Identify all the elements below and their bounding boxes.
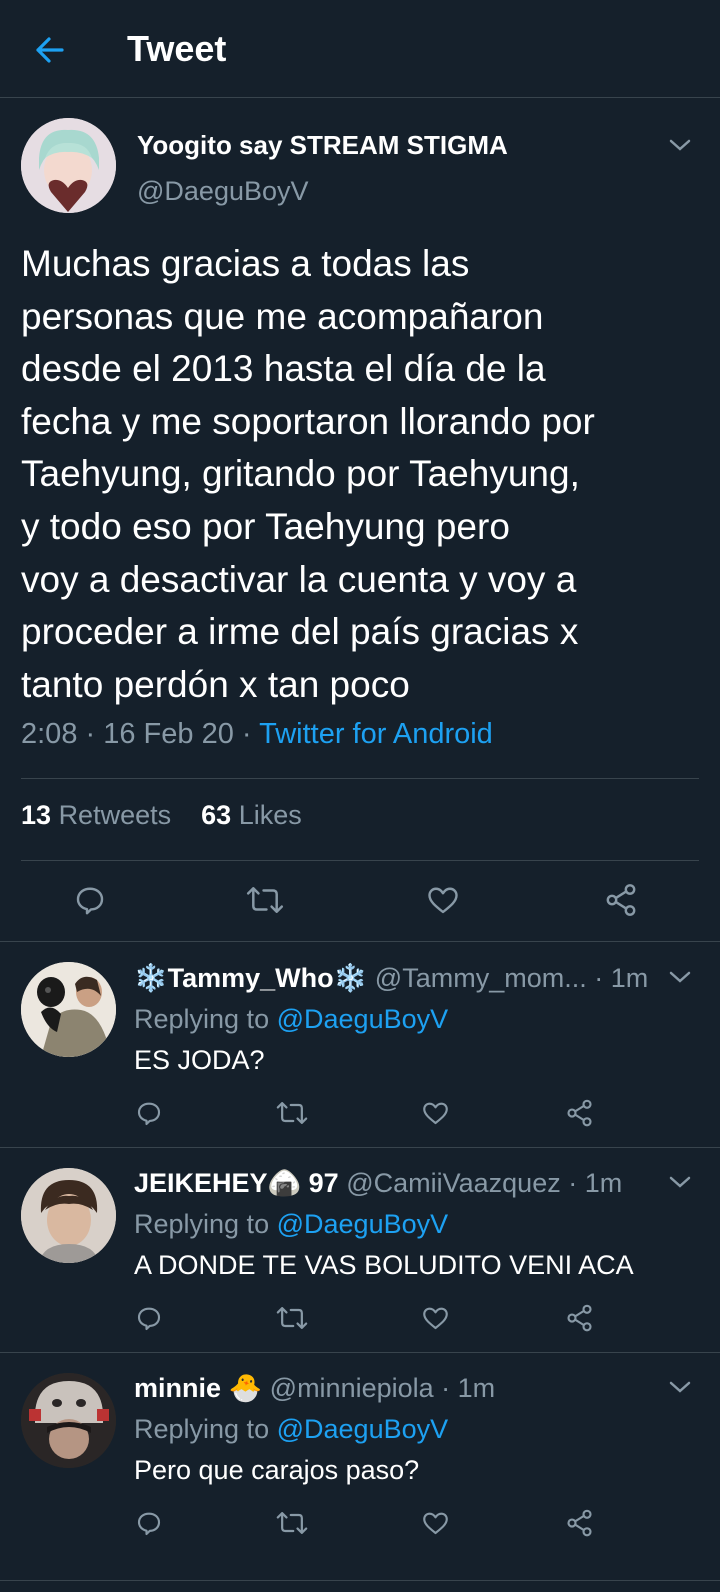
reply-display-name[interactable]: ❄️Tammy_Who❄️ — [134, 963, 367, 993]
reply-time: · 1m — [568, 1168, 623, 1198]
retweet-icon[interactable] — [276, 1303, 308, 1333]
divider — [0, 1352, 720, 1353]
top-bar: Tweet — [0, 0, 720, 98]
chevron-down-icon[interactable] — [669, 970, 691, 984]
reply-handle[interactable]: @CamiiVaazquez — [346, 1168, 561, 1198]
reply-display-name[interactable]: minnie 🐣 — [134, 1373, 262, 1403]
tweet-source-link[interactable]: Twitter for Android — [259, 718, 493, 750]
share-icon[interactable] — [564, 1303, 595, 1333]
tweet-text: Muchas gracias a todas las personas que … — [21, 243, 595, 705]
replying-to: Replying to @DaeguBoyV — [134, 1209, 449, 1239]
reply-handle[interactable]: @minniepiola — [270, 1373, 434, 1403]
tweet-meta: 2:08 · 16 Feb 20 · Twitter for Android — [21, 718, 493, 751]
reply-time: · 1m — [594, 963, 649, 993]
reply-handle[interactable]: @Tammy_mom... — [375, 963, 587, 993]
share-icon[interactable] — [564, 1098, 595, 1128]
author-handle[interactable]: @DaeguBoyV — [137, 176, 309, 207]
retweet-icon[interactable] — [246, 882, 284, 918]
chevron-down-icon[interactable] — [669, 1175, 691, 1189]
like-icon[interactable] — [420, 1508, 451, 1538]
reply-icon[interactable] — [72, 882, 108, 918]
like-icon[interactable] — [420, 1098, 451, 1128]
reply-icon[interactable] — [134, 1098, 164, 1128]
reply-text: A DONDE TE VAS BOLUDITO VENI ACA — [134, 1250, 634, 1280]
chevron-down-icon[interactable] — [669, 1380, 691, 1394]
share-icon[interactable] — [602, 882, 640, 918]
retweet-icon[interactable] — [276, 1098, 308, 1128]
retweets-stat[interactable]: 13 Retweets — [21, 800, 171, 830]
replying-to: Replying to @DaeguBoyV — [134, 1004, 449, 1034]
chevron-down-icon[interactable] — [669, 138, 691, 152]
replying-to: Replying to @DaeguBoyV — [134, 1414, 449, 1444]
mention-link[interactable]: @DaeguBoyV — [277, 1209, 449, 1239]
reply-display-name[interactable]: JEIKEHEY🍙 97 — [134, 1168, 339, 1198]
reply-time: · 1m — [441, 1373, 496, 1403]
like-icon[interactable] — [420, 1303, 451, 1333]
meta-separator: · — [77, 718, 104, 750]
reply-icon[interactable] — [134, 1303, 164, 1333]
reply-icon[interactable] — [134, 1508, 164, 1538]
divider — [0, 1580, 720, 1581]
divider — [21, 860, 699, 861]
tweet-time: 2:08 — [21, 718, 78, 750]
reply-text: Pero que carajos paso? — [134, 1455, 420, 1485]
divider — [0, 941, 720, 942]
divider — [21, 778, 699, 779]
avatar[interactable] — [21, 1168, 116, 1263]
divider — [0, 1147, 720, 1148]
avatar[interactable] — [21, 962, 116, 1057]
share-icon[interactable] — [564, 1508, 595, 1538]
reply-text: ES JODA? — [134, 1045, 265, 1075]
page-title: Tweet — [127, 28, 227, 69]
author-display-name[interactable]: Yoogito say STREAM STIGMA — [137, 130, 508, 161]
avatar[interactable] — [21, 1373, 116, 1468]
author-avatar[interactable] — [21, 118, 116, 213]
back-arrow-icon[interactable] — [30, 30, 70, 70]
reply-header: minnie 🐣 @minniepiola · 1m — [134, 1372, 495, 1404]
tweet-stats: 13 Retweets 63 Likes — [21, 800, 302, 831]
retweet-icon[interactable] — [276, 1508, 308, 1538]
like-icon[interactable] — [424, 882, 462, 918]
tweet-date: 16 Feb 20 — [103, 718, 234, 750]
mention-link[interactable]: @DaeguBoyV — [277, 1004, 449, 1034]
meta-separator: · — [233, 718, 260, 750]
mention-link[interactable]: @DaeguBoyV — [277, 1414, 449, 1444]
likes-stat[interactable]: 63 Likes — [201, 800, 302, 830]
reply-header: JEIKEHEY🍙 97 @CamiiVaazquez · 1m — [134, 1167, 622, 1199]
reply-header: ❄️Tammy_Who❄️ @Tammy_mom... · 1m — [134, 962, 648, 994]
